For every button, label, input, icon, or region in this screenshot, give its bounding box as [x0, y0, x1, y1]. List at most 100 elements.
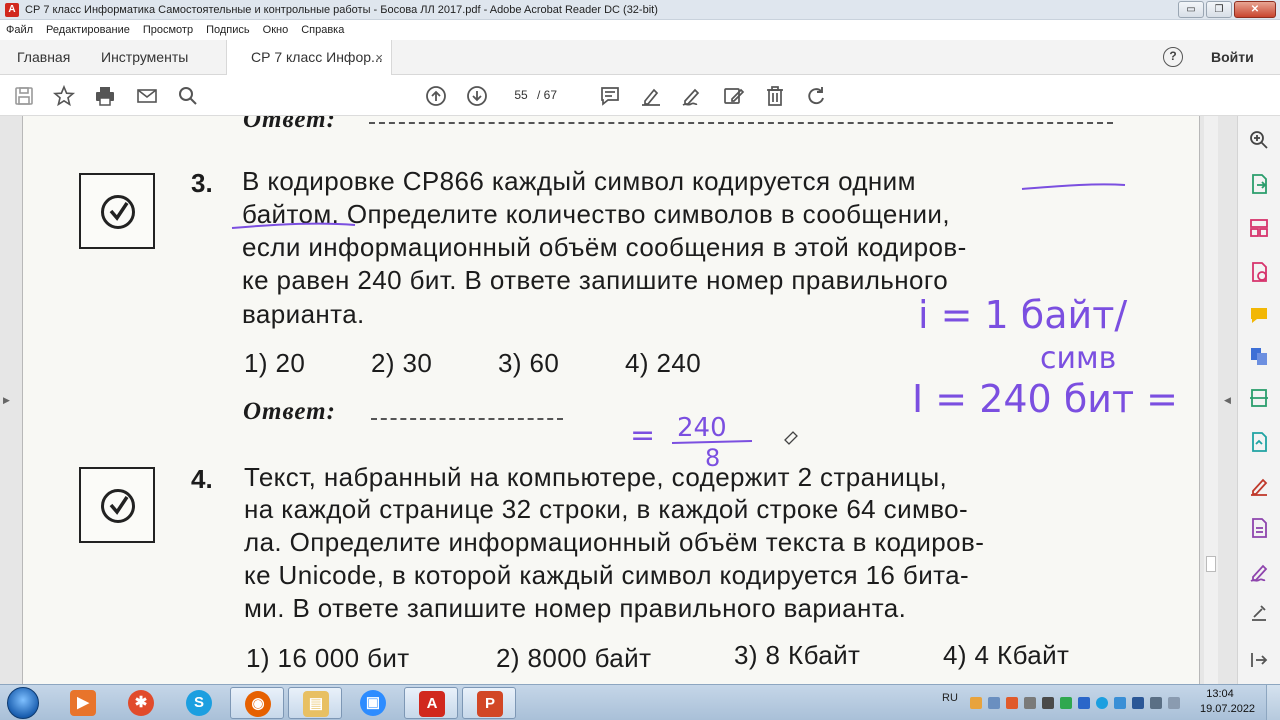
- close-tab-icon[interactable]: ×: [375, 40, 383, 75]
- edit-pdf-icon[interactable]: [1248, 517, 1270, 539]
- tray-alert-icon[interactable]: [1006, 697, 1018, 709]
- q3-line-1: В кодировке СР866 каждый символ кодирует…: [242, 166, 916, 196]
- create-pdf-icon[interactable]: [1248, 261, 1270, 283]
- vertical-scrollbar[interactable]: [1204, 116, 1218, 684]
- q4-option-4: 4) 4 Кбайт: [943, 640, 1070, 670]
- menu-bar: Файл Редактирование Просмотр Подпись Окн…: [0, 20, 1280, 40]
- tab-bar: Главная Инструменты СР 7 класс Инфор... …: [0, 40, 1280, 76]
- export-pdf-icon[interactable]: [1248, 173, 1270, 195]
- q3-line-4: ке равен 240 бит. В ответе запишите номе…: [242, 265, 949, 295]
- language-indicator[interactable]: RU: [942, 692, 958, 704]
- scan-icon[interactable]: [1248, 387, 1270, 409]
- dots-app-icon: ✱: [128, 690, 154, 716]
- q3-option-3: 3) 60: [498, 348, 560, 378]
- taskbar-firefox[interactable]: ◉: [230, 687, 284, 719]
- email-icon[interactable]: [135, 84, 159, 108]
- taskbar-media-player[interactable]: ▶: [56, 687, 110, 719]
- start-button[interactable]: [3, 686, 43, 719]
- taskbar-explorer[interactable]: ▤: [288, 687, 342, 719]
- menu-help[interactable]: Справка: [301, 24, 344, 36]
- tray-skype-icon[interactable]: [1096, 697, 1108, 709]
- page-total: / 67: [537, 88, 558, 102]
- menu-sign[interactable]: Подпись: [206, 24, 250, 36]
- q4-checkbox-icon: [79, 467, 155, 543]
- folder-icon: ▤: [303, 691, 329, 717]
- clock-date: 19.07.2022: [1200, 703, 1256, 715]
- page-number-input[interactable]: 55: [507, 85, 535, 106]
- delete-icon[interactable]: [763, 84, 787, 108]
- highlight-icon[interactable]: [639, 84, 663, 108]
- combine-icon[interactable]: [1248, 345, 1270, 367]
- clock-time: 13:04: [1206, 688, 1234, 700]
- tab-document[interactable]: СР 7 класс Инфор... ×: [226, 40, 392, 76]
- taskbar-presentation[interactable]: P: [462, 687, 516, 719]
- show-desktop-button[interactable]: [1266, 685, 1280, 720]
- sign-tool-icon[interactable]: [1248, 561, 1270, 583]
- q3-line-2: байтом. Определите количество символов в…: [242, 199, 950, 229]
- menu-window[interactable]: Окно: [263, 24, 289, 36]
- maximize-button[interactable]: ❐: [1206, 1, 1232, 18]
- tray-bluetooth-icon[interactable]: [1078, 697, 1090, 709]
- taskbar-acrobat[interactable]: A: [404, 687, 458, 719]
- q4-option-1: 1) 16 000 бит: [246, 643, 410, 673]
- tray-network-icon[interactable]: [988, 697, 1000, 709]
- tray-volume-icon[interactable]: [1168, 697, 1180, 709]
- send-icon[interactable]: [1248, 431, 1270, 453]
- tab-tools[interactable]: Инструменты: [101, 40, 188, 75]
- page-down-icon[interactable]: [465, 84, 489, 108]
- prev-answer-line: [369, 122, 1113, 124]
- tray-device-icon[interactable]: [1024, 697, 1036, 709]
- zoom-icon[interactable]: [176, 84, 200, 108]
- menu-file[interactable]: Файл: [6, 24, 33, 36]
- acrobat-icon: A: [419, 691, 445, 717]
- tray-zoom-icon[interactable]: [1114, 697, 1126, 709]
- help-icon[interactable]: ?: [1163, 47, 1183, 67]
- q3-line-5: варианта.: [242, 299, 365, 329]
- collapse-panel-icon[interactable]: [1248, 649, 1270, 671]
- q4-line-5: ми. В ответе запишите номер правильного …: [244, 593, 907, 623]
- tray-usb-icon[interactable]: [1042, 697, 1054, 709]
- q3-line-3: если информационный объём сообщения в эт…: [242, 232, 967, 262]
- comment-tool-icon[interactable]: [1248, 305, 1270, 327]
- right-panel-toggle-icon[interactable]: ◀: [1224, 395, 1231, 406]
- comment-icon[interactable]: [598, 84, 622, 108]
- tray-signal-icon[interactable]: [1150, 697, 1162, 709]
- toolbar: 55 / 67: [0, 75, 1280, 116]
- page-up-icon[interactable]: [424, 84, 448, 108]
- clock[interactable]: 13:04 19.07.2022: [1200, 687, 1256, 717]
- firefox-icon: ◉: [245, 691, 271, 717]
- print-icon[interactable]: [93, 84, 117, 108]
- signin-button[interactable]: Войти: [1211, 40, 1254, 75]
- pdf-page: Ответ: 3. В кодировке СР866 каждый симво…: [22, 116, 1200, 684]
- minimize-button[interactable]: ▭: [1178, 1, 1204, 18]
- organize-pages-icon[interactable]: [1248, 217, 1270, 239]
- q4-line-4: ке Unicode, в которой каждый символ коди…: [244, 560, 970, 590]
- tray-app-icon[interactable]: [970, 697, 982, 709]
- windows-taskbar: ▶ ✱ S ◉ ▤ ▣ A P RU 13:04 19.07.2022: [0, 684, 1280, 720]
- skype-icon: S: [186, 690, 212, 716]
- fill-sign-icon[interactable]: [722, 84, 746, 108]
- q4-line-3: ла. Определите информационный объём текс…: [244, 527, 985, 557]
- scrollbar-thumb[interactable]: [1206, 556, 1216, 572]
- tray-check-icon[interactable]: [1060, 697, 1072, 709]
- prev-answer-label: Ответ:: [243, 116, 336, 133]
- tab-home[interactable]: Главная: [17, 40, 70, 75]
- save-icon[interactable]: [12, 84, 36, 108]
- zoom-in-icon[interactable]: [1248, 129, 1270, 151]
- presentation-icon: P: [477, 691, 503, 717]
- close-window-button[interactable]: ✕: [1234, 1, 1276, 18]
- menu-edit[interactable]: Редактирование: [46, 24, 130, 36]
- left-panel-toggle-icon[interactable]: ▶: [3, 395, 10, 406]
- taskbar-app-dots[interactable]: ✱: [114, 687, 168, 719]
- tray-flag-icon[interactable]: [1132, 697, 1144, 709]
- undo-icon[interactable]: [805, 84, 829, 108]
- fill-sign-tool-icon[interactable]: [1248, 475, 1270, 497]
- sign-icon[interactable]: [680, 84, 704, 108]
- taskbar-zoom[interactable]: ▣: [346, 687, 400, 719]
- menu-view[interactable]: Просмотр: [143, 24, 193, 36]
- taskbar-skype[interactable]: S: [172, 687, 226, 719]
- right-tools-panel: [1237, 116, 1280, 684]
- tools-more-icon[interactable]: [1248, 601, 1270, 623]
- window-title: СР 7 класс Информатика Самостоятельные и…: [25, 3, 658, 16]
- star-icon[interactable]: [52, 84, 76, 108]
